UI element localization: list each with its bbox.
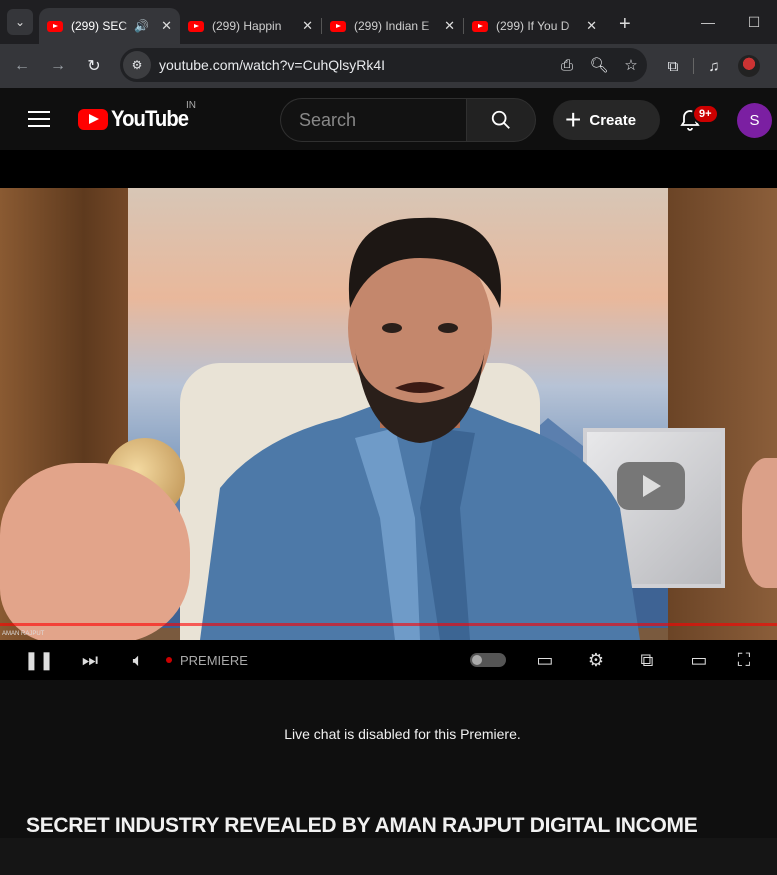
tab-3[interactable]: (299) Indian E ✕	[322, 8, 463, 44]
tab-2[interactable]: (299) Happin ✕	[180, 8, 321, 44]
new-tab-icon[interactable]: +	[619, 13, 631, 36]
browser-toolbar: ← → ↻ ⚙ youtube.com/watch?v=CuhQlsyRk4I …	[0, 44, 777, 88]
menu-icon[interactable]	[28, 106, 50, 132]
zoom-icon[interactable]: 🔍︎	[583, 56, 615, 74]
close-tab-icon[interactable]: ✕	[444, 18, 455, 34]
search-icon	[491, 110, 510, 129]
youtube-favicon-icon	[472, 20, 488, 32]
maximize-icon[interactable]: ☐	[731, 14, 777, 31]
youtube-favicon-icon	[330, 20, 346, 32]
media-controls-icon[interactable]: ♫	[696, 58, 732, 75]
notification-badge: 9+	[692, 104, 719, 124]
window-controls: — ☐	[685, 0, 777, 44]
player-controls: ❚❚ ⏭ 🔈︎ PREMIERE ▭ ⚙ ⧉ ▭ ⛶	[0, 640, 777, 680]
address-bar[interactable]: ⚙ youtube.com/watch?v=CuhQlsyRk4I ⎙ 🔍︎ ☆	[120, 48, 647, 82]
volume-icon[interactable]: 🔈︎	[128, 650, 148, 671]
video-title: SECRET INDUSTRY REVEALED BY AMAN RAJPUT …	[26, 814, 698, 837]
youtube-logo[interactable]: YouTube IN	[78, 100, 196, 132]
bookmark-star-icon[interactable]: ☆	[615, 56, 647, 74]
site-info-icon[interactable]: ⚙	[123, 51, 151, 79]
chat-disabled-message: Live chat is disabled for this Premiere.	[284, 726, 521, 742]
autoplay-toggle[interactable]	[469, 653, 506, 667]
avatar-initial: S	[749, 112, 760, 129]
country-code: IN	[186, 100, 196, 111]
presenter	[200, 217, 640, 640]
bottom-strip	[0, 838, 777, 875]
speaker-icon[interactable]: 🔊	[134, 19, 149, 33]
youtube-favicon-icon	[188, 20, 204, 32]
miniplayer-icon[interactable]: ⧉	[634, 650, 660, 671]
create-button[interactable]: + Create	[553, 100, 660, 140]
create-label: Create	[589, 111, 637, 129]
pause-icon[interactable]: ❚❚	[24, 650, 54, 671]
url-text[interactable]: youtube.com/watch?v=CuhQlsyRk4I	[159, 57, 551, 73]
toolbar-actions: ⧉ ♫	[655, 44, 760, 88]
settings-gear-icon[interactable]: ⚙	[584, 650, 608, 671]
tab-search-button[interactable]: ⌄	[7, 9, 33, 35]
live-dot-icon	[166, 657, 172, 663]
presenter-hand	[742, 458, 777, 588]
tab-1[interactable]: (299) SEC 🔊 ✕	[39, 8, 180, 44]
search-form: Search	[280, 98, 536, 142]
subtitles-icon[interactable]: ▭	[532, 650, 558, 671]
tab-title: (299) SEC	[71, 19, 128, 33]
tab-title: (299) If You D	[496, 19, 570, 33]
youtube-favicon-icon	[47, 20, 63, 32]
presenter-hand	[0, 463, 190, 640]
search-placeholder: Search	[299, 109, 357, 130]
youtube-play-icon	[78, 108, 108, 130]
video-watermark: AMAN RAJPUT	[2, 631, 45, 637]
plus-icon: +	[565, 104, 582, 135]
next-icon[interactable]: ⏭	[78, 650, 102, 671]
video-player[interactable]: AMAN RAJPUT ❚❚ ⏭ 🔈︎ PREMIERE ▭ ⚙ ⧉ ▭ ⛶	[0, 150, 777, 680]
premiere-label: PREMIERE	[180, 652, 248, 668]
extensions-icon[interactable]: ⧉	[655, 58, 691, 75]
search-input[interactable]: Search	[280, 98, 466, 142]
toolbar-divider	[693, 58, 694, 74]
video-frame[interactable]: AMAN RAJPUT	[0, 188, 777, 640]
tab-4[interactable]: (299) If You D ✕	[464, 8, 605, 44]
chevron-down-icon: ⌄	[14, 15, 26, 29]
tab-title: (299) Happin	[212, 19, 282, 33]
logo-text: YouTube	[111, 106, 189, 131]
profile-icon[interactable]	[738, 55, 760, 77]
fullscreen-icon[interactable]: ⛶	[732, 650, 756, 671]
close-tab-icon[interactable]: ✕	[586, 18, 597, 34]
progress-bar[interactable]	[0, 623, 777, 626]
install-app-icon[interactable]: ⎙	[551, 57, 583, 74]
back-icon[interactable]: ←	[4, 57, 40, 75]
premiere-status: PREMIERE	[166, 653, 248, 668]
tab-title: (299) Indian E	[354, 19, 430, 33]
live-chat-panel: Live chat is disabled for this Premiere.	[0, 680, 777, 790]
search-button[interactable]	[466, 98, 536, 142]
theater-mode-icon[interactable]: ▭	[686, 650, 712, 671]
browser-tab-strip: ⌄ (299) SEC 🔊 ✕ (299) Happin ✕ (299) Ind…	[0, 0, 777, 44]
close-tab-icon[interactable]: ✕	[161, 18, 172, 34]
minimize-icon[interactable]: —	[685, 14, 731, 30]
close-tab-icon[interactable]: ✕	[302, 18, 313, 34]
avatar[interactable]: S	[737, 103, 772, 138]
reload-icon[interactable]: ↻	[76, 56, 112, 76]
youtube-header: YouTube IN Search + Create	[0, 88, 777, 150]
forward-icon[interactable]: →	[40, 57, 76, 75]
